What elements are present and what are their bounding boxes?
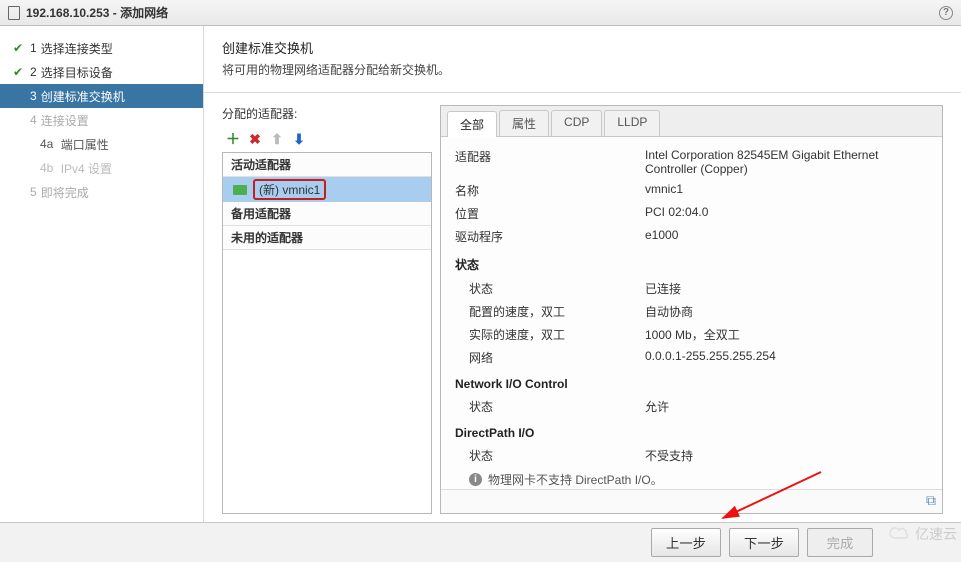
info-icon: i xyxy=(469,473,482,486)
value-actual-speed: 1000 Mb，全双工 xyxy=(645,326,928,343)
section-nioc: Network I/O Control xyxy=(455,369,928,395)
columns: 分配的适配器: ＋ ✖ ⬆ ⬇ 活动适配器 (新) vmnic1 备用适配器 未… xyxy=(222,105,943,514)
wizard-step-1[interactable]: ✔ 1 选择连接类型 xyxy=(0,36,203,60)
remove-icon[interactable]: ✖ xyxy=(248,132,262,146)
row-driver: 驱动程序 e1000 xyxy=(455,225,928,248)
title-sep: - xyxy=(109,6,120,20)
wizard-step-4: 4 连接设置 xyxy=(0,108,203,132)
title-action: 添加网络 xyxy=(120,4,168,21)
step-number: 4 xyxy=(30,113,37,127)
finish-button: 完成 xyxy=(807,528,873,557)
value-name: vmnic1 xyxy=(645,182,928,199)
label-directpath-status: 状态 xyxy=(455,447,645,464)
nic-icon xyxy=(233,185,247,195)
adapter-label: (新) vmnic1 xyxy=(253,179,326,200)
section-status: 状态 xyxy=(455,248,928,277)
row-location: 位置 PCI 02:04.0 xyxy=(455,202,928,225)
value-adapter: Intel Corporation 82545EM Gigabit Ethern… xyxy=(645,148,928,176)
wizard-step-4b: 4b IPv4 设置 xyxy=(0,156,203,180)
move-up-icon: ⬆ xyxy=(270,132,284,146)
check-icon: ✔ xyxy=(10,41,26,55)
value-nioc-status: 允许 xyxy=(645,398,928,415)
help-icon[interactable]: ? xyxy=(939,6,953,20)
row-adapter: 适配器 Intel Corporation 82545EM Gigabit Et… xyxy=(455,145,928,179)
section-directpath: DirectPath I/O xyxy=(455,418,928,444)
details-body[interactable]: 适配器 Intel Corporation 82545EM Gigabit Et… xyxy=(441,137,942,489)
label-actual-speed: 实际的速度，双工 xyxy=(455,326,645,343)
group-unused[interactable]: 未用的适配器 xyxy=(223,226,431,250)
value-location: PCI 02:04.0 xyxy=(645,205,928,222)
titlebar: 192.168.10.253 - 添加网络 ? xyxy=(0,0,961,26)
adapter-row-vmnic1[interactable]: (新) vmnic1 xyxy=(223,177,431,202)
row-configured-speed: 配置的速度，双工 自动协商 xyxy=(455,300,928,323)
adapter-tree[interactable]: 活动适配器 (新) vmnic1 备用适配器 未用的适配器 xyxy=(222,152,432,514)
label-status: 状态 xyxy=(455,280,645,297)
row-name: 名称 vmnic1 xyxy=(455,179,928,202)
group-active[interactable]: 活动适配器 xyxy=(223,153,431,177)
step-label: 即将完成 xyxy=(41,184,89,201)
step-label: 选择连接类型 xyxy=(41,40,113,57)
tab-lldp[interactable]: LLDP xyxy=(604,110,660,136)
label-location: 位置 xyxy=(455,205,645,222)
allocation-label: 分配的适配器: xyxy=(222,105,432,122)
wizard-step-2[interactable]: ✔ 2 选择目标设备 xyxy=(0,60,203,84)
title-host: 192.168.10.253 xyxy=(26,6,109,20)
divider xyxy=(204,92,961,93)
check-icon: ✔ xyxy=(10,65,26,79)
row-nioc-status: 状态 允许 xyxy=(455,395,928,418)
label-adapter: 适配器 xyxy=(455,148,645,176)
details-panel: 全部 属性 CDP LLDP 适配器 Intel Corporation 825… xyxy=(440,105,943,514)
label-networks: 网络 xyxy=(455,349,645,366)
label-name: 名称 xyxy=(455,182,645,199)
tab-cdp[interactable]: CDP xyxy=(551,110,602,136)
copy-icon[interactable]: ⧉ xyxy=(926,492,936,511)
tab-props[interactable]: 属性 xyxy=(499,110,549,136)
next-button[interactable]: 下一步 xyxy=(729,528,799,557)
value-configured-speed: 自动协商 xyxy=(645,303,928,320)
wizard-step-5: 5 即将完成 xyxy=(0,180,203,204)
back-button[interactable]: 上一步 xyxy=(651,528,721,557)
step-number: 4b xyxy=(40,161,53,175)
page-title: 创建标准交换机 xyxy=(222,38,943,57)
adapter-toolbar: ＋ ✖ ⬆ ⬇ xyxy=(222,130,432,152)
label-driver: 驱动程序 xyxy=(455,228,645,245)
row-networks: 网络 0.0.0.1-255.255.255.254 xyxy=(455,346,928,369)
label-configured-speed: 配置的速度，双工 xyxy=(455,303,645,320)
body: ✔ 1 选择连接类型 ✔ 2 选择目标设备 3 创建标准交换机 4 连接设置 4… xyxy=(0,26,961,522)
value-networks: 0.0.0.1-255.255.255.254 xyxy=(645,349,928,366)
directpath-info-text: 物理网卡不支持 DirectPath I/O。 xyxy=(488,471,663,488)
step-number: 4a xyxy=(40,137,53,151)
wizard-step-4a: 4a 端口属性 xyxy=(0,132,203,156)
step-number: 5 xyxy=(30,185,37,199)
step-label: 创建标准交换机 xyxy=(41,88,125,105)
step-number: 1 xyxy=(30,41,37,55)
row-status: 状态 已连接 xyxy=(455,277,928,300)
row-directpath-status: 状态 不受支持 xyxy=(455,444,928,467)
value-directpath-status: 不受支持 xyxy=(645,447,928,464)
step-label: 选择目标设备 xyxy=(41,64,113,81)
move-down-icon[interactable]: ⬇ xyxy=(292,132,306,146)
details-tabs: 全部 属性 CDP LLDP xyxy=(441,106,942,137)
label-nioc-status: 状态 xyxy=(455,398,645,415)
step-number: 3 xyxy=(30,89,37,103)
step-label: IPv4 设置 xyxy=(61,160,112,177)
directpath-info: i 物理网卡不支持 DirectPath I/O。 xyxy=(455,467,928,489)
details-footer: ⧉ xyxy=(441,489,942,513)
wizard-footer: 上一步 下一步 完成 取消 xyxy=(0,522,961,562)
tab-all[interactable]: 全部 xyxy=(447,111,497,137)
wizard-step-3[interactable]: 3 创建标准交换机 xyxy=(0,84,203,108)
page-description: 将可用的物理网络适配器分配给新交换机。 xyxy=(222,61,943,78)
value-driver: e1000 xyxy=(645,228,928,245)
main-panel: 创建标准交换机 将可用的物理网络适配器分配给新交换机。 分配的适配器: ＋ ✖ … xyxy=(204,26,961,522)
group-standby[interactable]: 备用适配器 xyxy=(223,202,431,226)
value-status: 已连接 xyxy=(645,280,928,297)
step-label: 连接设置 xyxy=(41,112,89,129)
step-number: 2 xyxy=(30,65,37,79)
step-label: 端口属性 xyxy=(61,136,109,153)
host-icon xyxy=(8,6,20,20)
row-actual-speed: 实际的速度，双工 1000 Mb，全双工 xyxy=(455,323,928,346)
wizard-sidebar: ✔ 1 选择连接类型 ✔ 2 选择目标设备 3 创建标准交换机 4 连接设置 4… xyxy=(0,26,204,522)
allocation-column: 分配的适配器: ＋ ✖ ⬆ ⬇ 活动适配器 (新) vmnic1 备用适配器 未… xyxy=(222,105,432,514)
add-icon[interactable]: ＋ xyxy=(226,132,240,146)
